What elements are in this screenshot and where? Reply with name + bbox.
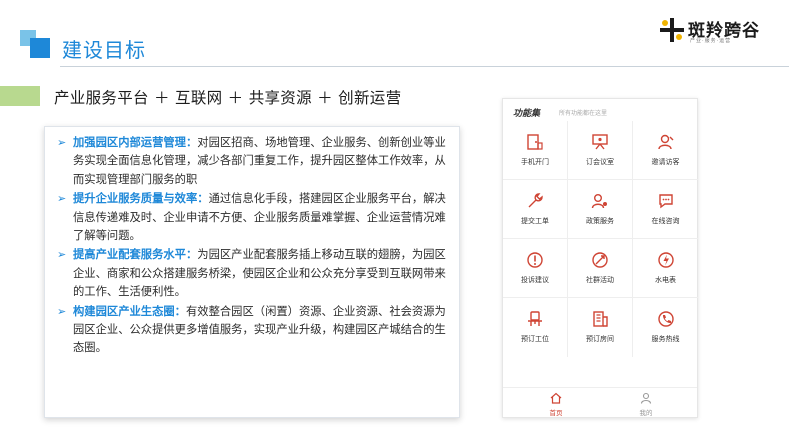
- phone-icon: [657, 311, 674, 327]
- goal-lead: 提升企业服务质量与效率：: [73, 192, 209, 206]
- grid-item-meeting-room[interactable]: 订会议室: [568, 121, 633, 180]
- home-icon: [550, 392, 562, 404]
- grid-item-work-order[interactable]: 提交工单: [503, 180, 568, 239]
- meter-icon: [657, 252, 674, 268]
- goal-lead: 加强园区内部运营管理：: [73, 136, 198, 149]
- grid-item-visitor[interactable]: 邀请访客: [633, 121, 698, 180]
- goals-box: ➢ 加强园区内部运营管理：对园区招商、场地管理、企业服务、创新创业等业务实现全面…: [44, 126, 460, 418]
- complaint-icon: [527, 252, 543, 268]
- app-mockup: 功能集 所有功能都在这里 手机开门 订会议室 邀请访客 提交工单 政策服务 在线…: [502, 98, 698, 418]
- grid-item-label: 邀请访客: [651, 158, 680, 166]
- tab-home[interactable]: 首页: [536, 392, 576, 417]
- grid-item-door[interactable]: 手机开门: [503, 121, 568, 180]
- header-divider: [60, 66, 789, 67]
- goal-item-1: ➢ 加强园区内部运营管理：对园区招商、场地管理、企业服务、创新创业等业务实现全面…: [57, 134, 451, 189]
- goal-lead: 构建园区产业生态圈：: [73, 304, 186, 318]
- grid-item-label: 手机开门: [521, 158, 549, 166]
- slogan-tab-deco: [0, 86, 40, 106]
- grid-item-label: 在线咨询: [651, 217, 680, 225]
- user-icon: [640, 392, 652, 404]
- grid-item-room[interactable]: 预订房间: [568, 298, 633, 357]
- door-icon: [527, 134, 543, 150]
- goal-item-4: ➢ 构建园区产业生态圈：有效整合园区（闲置）资源、企业资源、社会资源为园区企业、…: [57, 303, 451, 358]
- grid-item-policy[interactable]: 政策服务: [568, 180, 633, 239]
- goal-item-2: ➢ 提升企业服务质量与效率：通过信息化手段，搭建园区企业服务平台，解决信息传递难…: [57, 190, 451, 245]
- policy-icon: [591, 194, 607, 209]
- arrow-right-icon: ➢: [57, 248, 67, 262]
- grid-item-activity[interactable]: 社群活动: [568, 239, 633, 298]
- title-deco-square-dark: [30, 38, 50, 58]
- grid-item-label: 预订房间: [586, 335, 614, 343]
- app-header-title: 功能集: [513, 109, 541, 119]
- goal-lead: 提高产业配套服务水平：: [73, 248, 198, 262]
- chat-icon: [658, 194, 673, 209]
- tab-label: 我的: [639, 409, 653, 417]
- arrow-right-icon: ➢: [57, 136, 67, 149]
- tab-me[interactable]: 我的: [626, 392, 666, 417]
- grid-item-label: 服务热线: [651, 335, 680, 343]
- grid-item-label: 订会议室: [586, 158, 614, 166]
- activity-icon: [592, 252, 608, 268]
- grid-item-hotline[interactable]: 服务热线: [633, 298, 698, 357]
- workstation-icon: [528, 311, 542, 326]
- goal-item-3: ➢ 提高产业配套服务水平：为园区产业配套服务插上移动互联的翅膀，为园区企业、商家…: [57, 246, 451, 301]
- grid-item-complaint[interactable]: 投诉建议: [503, 239, 568, 298]
- grid-item-label: 政策服务: [586, 217, 614, 225]
- grid-item-workstation[interactable]: 预订工位: [503, 298, 568, 357]
- tab-label: 首页: [549, 409, 563, 417]
- grid-item-consult[interactable]: 在线咨询: [633, 180, 698, 239]
- grid-item-label: 水电表: [655, 276, 676, 284]
- arrow-right-icon: ➢: [57, 192, 67, 206]
- page-title: 建设目标: [62, 38, 146, 62]
- slogan: 产业服务平台 ＋ 互联网 ＋ 共享资源 ＋ 创新运营: [54, 89, 402, 107]
- function-grid: 手机开门 订会议室 邀请访客 提交工单 政策服务 在线咨询 投诉建议 社群活动 …: [503, 121, 699, 358]
- grid-item-label: 投诉建议: [521, 276, 549, 284]
- room-icon: [593, 311, 608, 327]
- meeting-room-icon: [592, 134, 608, 150]
- brand-logo: 斑羚跨谷 产业·服务·运营: [660, 14, 780, 48]
- arrow-right-icon: ➢: [57, 304, 67, 318]
- logo-subtext: 产业·服务·运营: [690, 38, 732, 44]
- grid-item-meter[interactable]: 水电表: [633, 239, 698, 298]
- grid-item-label: 预订工位: [521, 335, 549, 343]
- app-tab-bar: 首页 我的: [503, 387, 697, 417]
- visitor-icon: [657, 134, 673, 150]
- wrench-icon: [528, 193, 543, 208]
- grid-item-label: 提交工单: [521, 217, 549, 225]
- logo-mark-icon: [660, 18, 684, 42]
- grid-item-label: 社群活动: [586, 276, 614, 284]
- app-header-subtitle: 所有功能都在这里: [559, 110, 608, 117]
